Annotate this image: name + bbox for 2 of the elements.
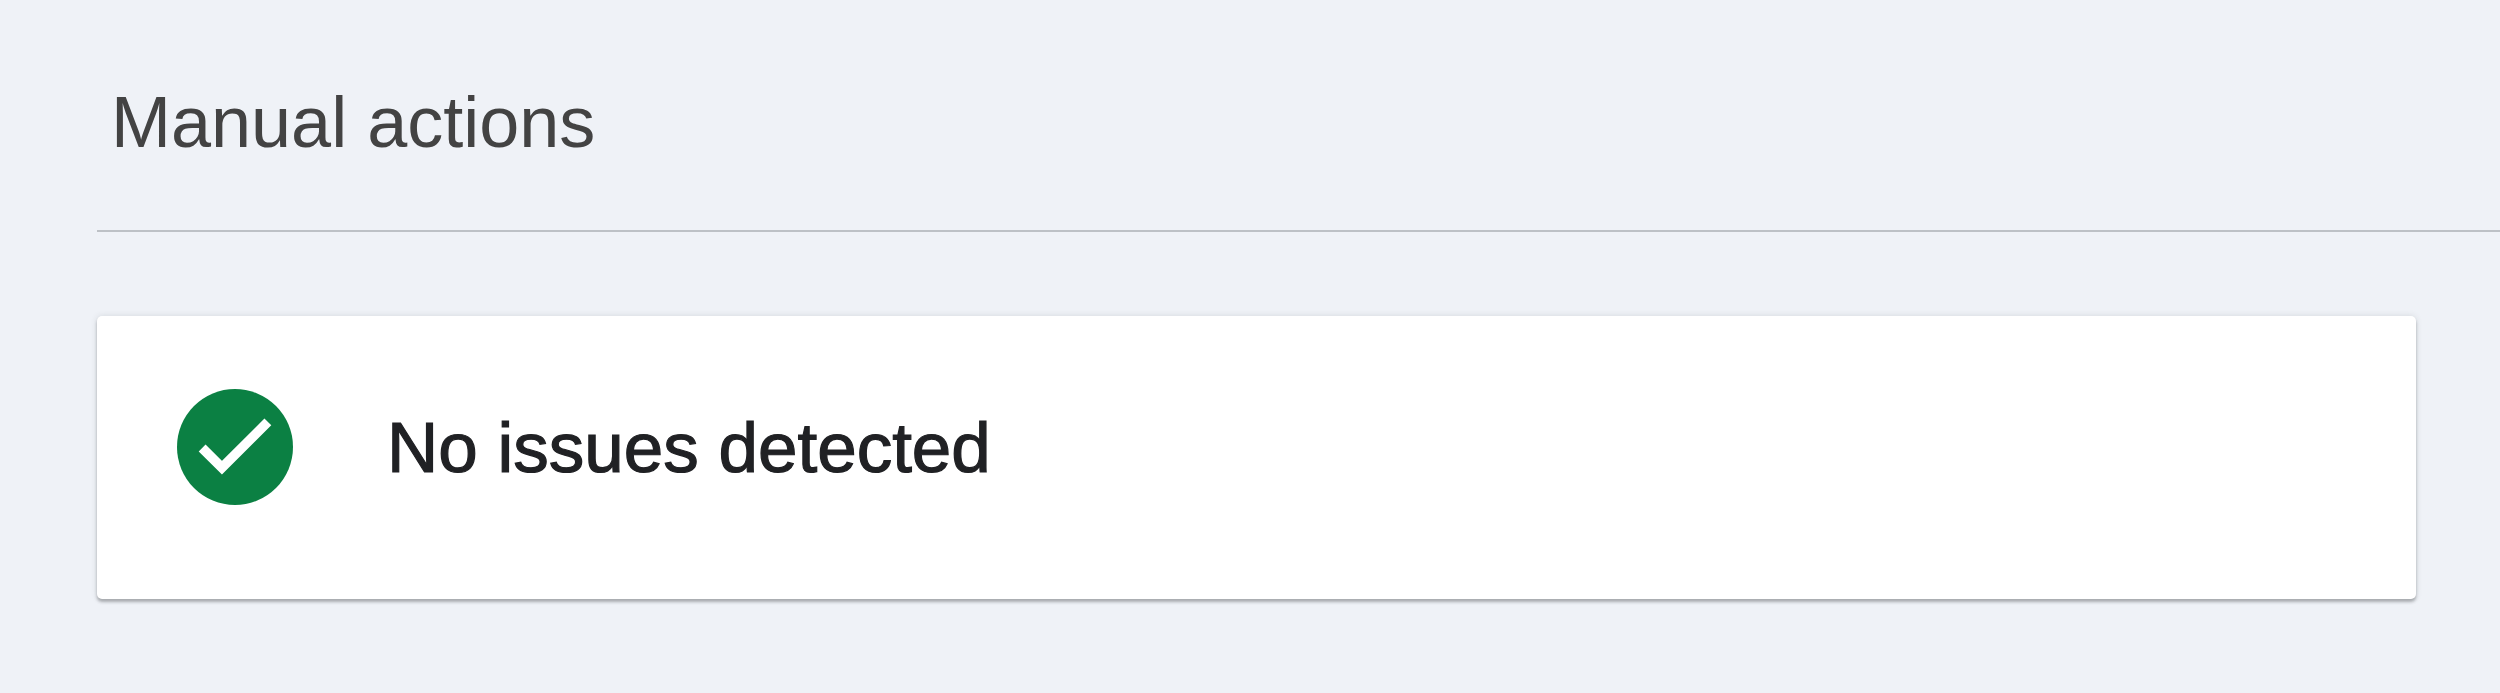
page-title: Manual actions [111,81,596,164]
status-message: No issues detected [387,411,991,483]
